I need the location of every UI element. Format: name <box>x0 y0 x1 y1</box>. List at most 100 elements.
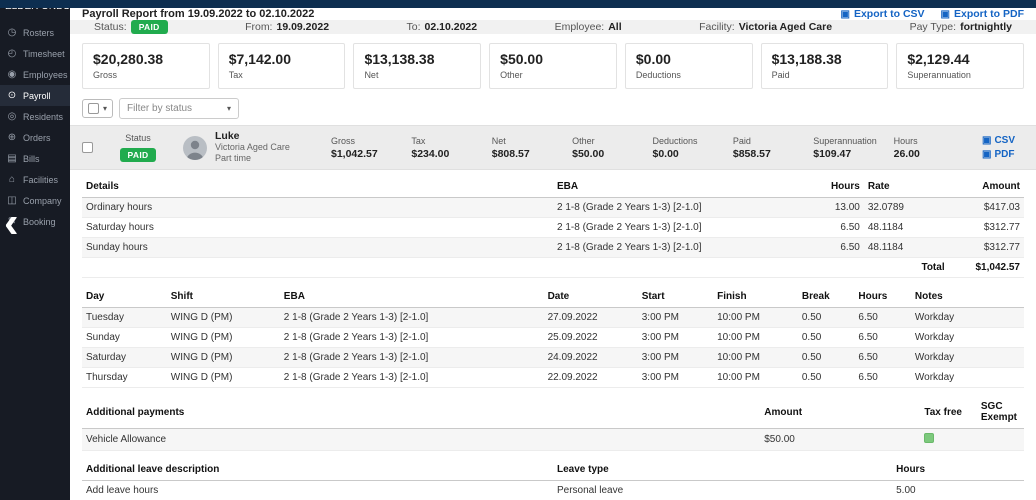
payments-header-row: Additional payments Amount Tax free SGC … <box>82 396 1024 429</box>
metric-deductions: Deductions $0.00 <box>652 135 698 160</box>
main-content: Payroll Report from 19.09.2022 to 02.10.… <box>70 0 1036 500</box>
export-pdf-button[interactable]: ▣ Export to PDF <box>941 8 1024 20</box>
card-label: Gross <box>93 70 118 80</box>
select-caret-icon: ▾ <box>227 104 232 113</box>
shift-row: Saturday WING D (PM) 2 1-8 (Grade 2 Year… <box>82 347 1024 368</box>
shift-row: Thursday WING D (PM) 2 1-8 (Grade 2 Year… <box>82 367 1024 388</box>
card-label: Superannuation <box>907 70 971 80</box>
details-header-row: Details EBA Hours Rate Amount <box>82 176 1024 198</box>
filter-paytype: Pay Type: fortnightly <box>910 21 1012 33</box>
shift-row: Sunday WING D (PM) 2 1-8 (Grade 2 Years … <box>82 327 1024 348</box>
export-csv-label: Export to CSV <box>853 8 925 20</box>
leave-row: Add leave hours Personal leave 5.00 <box>82 480 1024 500</box>
sidebar-item-employees[interactable]: ◉ Employees <box>0 64 70 85</box>
card-label: Deductions <box>635 70 681 80</box>
csv-file-icon: ▣ <box>840 8 850 20</box>
summary-card-paid: $13,188.38 Paid <box>760 43 889 89</box>
sidebar-item-facilities[interactable]: ⌂ Facilities <box>0 169 70 190</box>
export-pdf-label: Export to PDF <box>954 8 1024 20</box>
filter-status: Status: PAID <box>94 20 168 34</box>
employee-avatar <box>183 135 207 160</box>
filter-from: From: 19.09.2022 <box>245 21 329 33</box>
filter-by-status-placeholder: Filter by status <box>127 103 193 114</box>
employee-status-badge: PAID <box>119 147 157 162</box>
filter-status-label: Status: <box>94 21 127 33</box>
payment-amount: $50.00 <box>760 428 921 451</box>
row-checkbox[interactable] <box>82 142 93 153</box>
sidebar-item-residents[interactable]: ◎ Residents <box>0 106 70 127</box>
select-all-control[interactable]: ▾ <box>82 99 114 118</box>
row-pdf-button[interactable]: ▣ PDF <box>982 149 1024 160</box>
total-label: Total <box>863 257 949 278</box>
payment-sgc-exempt-cell <box>976 428 1024 451</box>
sidebar-item-label: Facilities <box>23 174 59 185</box>
details-row: Saturday hours 2 1-8 (Grade 2 Years 1-3)… <box>82 217 1024 238</box>
filter-by-status-select[interactable]: Filter by status ▾ <box>119 98 240 119</box>
employee-status: Status PAID <box>101 133 175 163</box>
pdf-file-icon: ▣ <box>982 149 992 160</box>
metric-net: Net $808.57 <box>491 135 530 160</box>
filter-employee-value: All <box>608 21 622 33</box>
sidebar-item-timesheet[interactable]: ◴ Timesheet <box>0 43 70 64</box>
summary-card-tax: $7,142.00 Tax <box>217 43 346 89</box>
sidebar-item-bills[interactable]: ▤ Bills <box>0 148 70 169</box>
tax-free-checkbox[interactable] <box>924 433 935 443</box>
summary-card-other: $50.00 Other <box>489 43 617 89</box>
report-header: Payroll Report from 19.09.2022 to 02.10.… <box>70 8 1036 20</box>
export-csv-button[interactable]: ▣ Export to CSV <box>841 8 925 20</box>
employee-row[interactable]: Status PAID Luke Victoria Aged Care Part… <box>70 125 1036 170</box>
employees-icon: ◉ <box>7 69 17 80</box>
summary-card-superannuation: $2,129.44 Superannuation <box>896 43 1025 89</box>
employee-name: Luke <box>215 130 240 142</box>
summary-card-deductions: $0.00 Deductions <box>624 43 753 89</box>
select-all-checkbox[interactable] <box>88 103 99 114</box>
filter-facility-label: Facility: <box>699 21 735 33</box>
details-total-row: Total $1,042.57 <box>82 257 1024 278</box>
residents-icon: ◎ <box>7 111 17 122</box>
sidebar-item-orders[interactable]: ⊕ Orders <box>0 127 70 148</box>
card-value: $13,138.38 <box>364 51 435 67</box>
sidebar-item-label: Employees <box>23 69 68 80</box>
additional-leave-table: Additional leave description Leave type … <box>82 459 1024 500</box>
employee-metrics: Gross $1,042.57 Tax $234.00 Net $808.57 … <box>331 136 974 160</box>
filter-to-value: 02.10.2022 <box>424 21 478 33</box>
shifts-table: Day Shift EBA Date Start Finish Break Ho… <box>82 286 1024 388</box>
sidebar-item-rosters[interactable]: ◷ Rosters <box>0 22 70 43</box>
rosters-icon: ◷ <box>7 27 17 38</box>
summary-card-net: $13,138.38 Net <box>353 43 482 89</box>
sidebar: ELDER ONBO ◷ Rosters ◴ Timesheet ◉ Emplo… <box>0 0 70 500</box>
pdf-file-icon: ▣ <box>940 8 950 20</box>
shift-row: Tuesday WING D (PM) 2 1-8 (Grade 2 Years… <box>82 307 1024 328</box>
bills-icon: ▤ <box>7 153 17 164</box>
details-row: Ordinary hours 2 1-8 (Grade 2 Years 1-3)… <box>82 197 1024 218</box>
row-export-links: ▣ CSV ▣ PDF <box>982 135 1024 160</box>
sidebar-item-payroll[interactable]: ⊙ Payroll <box>0 85 70 106</box>
additional-payments-table: Additional payments Amount Tax free SGC … <box>82 396 1024 451</box>
metric-hours: Hours 26.00 <box>893 135 920 160</box>
employee-status-label: Status <box>125 132 151 143</box>
card-label: Net <box>364 70 379 80</box>
employee-employment-type: Part time <box>215 153 252 163</box>
metric-gross: Gross $1,042.57 <box>331 135 378 160</box>
card-value: $50.00 <box>500 51 543 67</box>
person-silhouette-icon <box>186 140 204 160</box>
card-label: Paid <box>771 70 790 80</box>
details-row: Sunday hours 2 1-8 (Grade 2 Years 1-3) [… <box>82 237 1024 258</box>
list-toolbar: ▾ Filter by status ▾ <box>70 96 1036 125</box>
filters-summary-bar: Status: PAID From: 19.09.2022 To: 02.10.… <box>70 20 1036 34</box>
payment-tax-free-cell <box>920 428 977 451</box>
total-value: $1,042.57 <box>948 257 1024 278</box>
sidebar-collapse-chevron-icon[interactable]: ‹ <box>4 201 19 245</box>
orders-icon: ⊕ <box>7 132 17 143</box>
status-badge: PAID <box>130 20 168 34</box>
sidebar-item-label: Timesheet <box>23 48 65 59</box>
top-app-bar <box>0 0 1036 8</box>
row-csv-button[interactable]: ▣ CSV <box>982 135 1024 146</box>
card-value: $13,188.38 <box>771 51 842 67</box>
facilities-icon: ⌂ <box>8 174 16 185</box>
filter-from-label: From: <box>245 21 273 33</box>
filter-facility: Facility: Victoria Aged Care <box>699 21 832 33</box>
sidebar-item-label: Residents <box>23 111 64 122</box>
metric-tax: Tax $234.00 <box>411 135 450 160</box>
leave-header-row: Additional leave description Leave type … <box>82 459 1024 481</box>
